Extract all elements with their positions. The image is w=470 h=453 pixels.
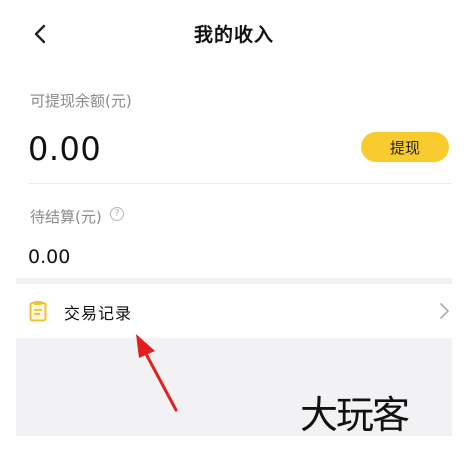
watermark-text: 大玩客 <box>300 393 410 437</box>
